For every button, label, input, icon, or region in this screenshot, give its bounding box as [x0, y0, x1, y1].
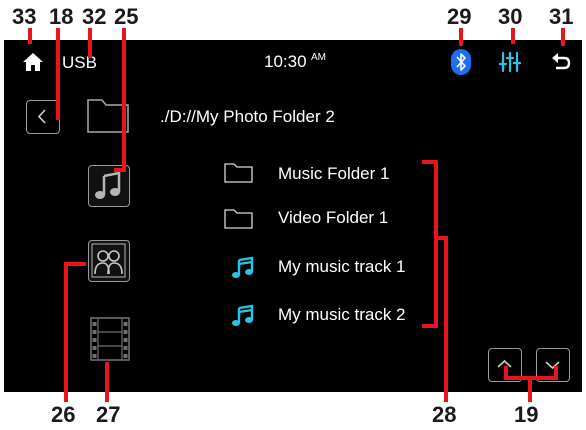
- photo-mode-button[interactable]: [88, 240, 130, 282]
- clock-time: 10:30: [264, 52, 307, 71]
- home-icon[interactable]: [20, 50, 46, 74]
- leader-line-file-list: [444, 236, 448, 402]
- callout-video-mode: 27: [96, 402, 121, 427]
- leader-line-photo-mode-tick: [64, 262, 86, 266]
- callout-music-mode: 25: [114, 4, 139, 29]
- leader-line-eq: [511, 28, 515, 44]
- list-item-label[interactable]: My music track 2: [278, 305, 406, 325]
- clock-ampm: AM: [311, 52, 326, 63]
- equalizer-icon[interactable]: [498, 50, 522, 74]
- list-item-label[interactable]: Music Folder 1: [278, 164, 389, 184]
- people-icon: [91, 243, 126, 278]
- leader-line-return: [561, 28, 565, 46]
- list-item-label[interactable]: Video Folder 1: [278, 208, 388, 228]
- back-button[interactable]: [26, 100, 60, 134]
- current-path: ./D://My Photo Folder 2: [160, 107, 335, 126]
- folder-icon: [224, 162, 254, 184]
- leader-line-scroll-left: [504, 366, 508, 380]
- leader-line-scroll-right: [554, 366, 558, 380]
- leader-line-source: [88, 28, 92, 58]
- callout-page-scroll: 19: [514, 402, 539, 427]
- leader-line-home: [28, 28, 32, 44]
- callout-file-list: 28: [432, 402, 457, 427]
- callout-bluetooth: 29: [447, 4, 472, 29]
- callout-back: 18: [49, 4, 74, 29]
- leader-line-page-scroll: [528, 378, 532, 402]
- leader-line-list-bottom: [422, 324, 438, 328]
- leader-line-music-mode-tick: [114, 168, 126, 172]
- folder-icon: [224, 208, 254, 230]
- callout-return: 31: [549, 4, 574, 29]
- bluetooth-icon[interactable]: [450, 49, 472, 75]
- return-icon[interactable]: [549, 50, 573, 74]
- leader-line-photo-mode: [64, 262, 68, 402]
- leader-line-list-right: [434, 160, 438, 328]
- leader-line-video-mode: [105, 362, 109, 402]
- callout-eq: 30: [498, 4, 523, 29]
- film-strip-icon: [90, 317, 130, 361]
- music-note-icon: [230, 302, 256, 328]
- clock: 10:30 AM: [264, 52, 326, 72]
- video-mode-button[interactable]: [88, 316, 132, 362]
- chevron-left-icon: [37, 109, 46, 124]
- leader-line-music-mode: [122, 28, 126, 170]
- leader-line-bluetooth: [459, 28, 463, 46]
- leader-line-back: [56, 28, 60, 120]
- list-item-label[interactable]: My music track 1: [278, 257, 406, 277]
- callout-photo-mode: 26: [51, 402, 76, 427]
- callout-source: 32: [82, 4, 107, 29]
- file-list: Music Folder 1 Video Folder 1 My music t…: [224, 160, 424, 340]
- head-unit-screen: USB 10:30 AM ./D://My Photo Folder 2 Mus…: [4, 40, 582, 392]
- callout-home: 33: [12, 4, 37, 29]
- music-note-icon: [230, 254, 256, 280]
